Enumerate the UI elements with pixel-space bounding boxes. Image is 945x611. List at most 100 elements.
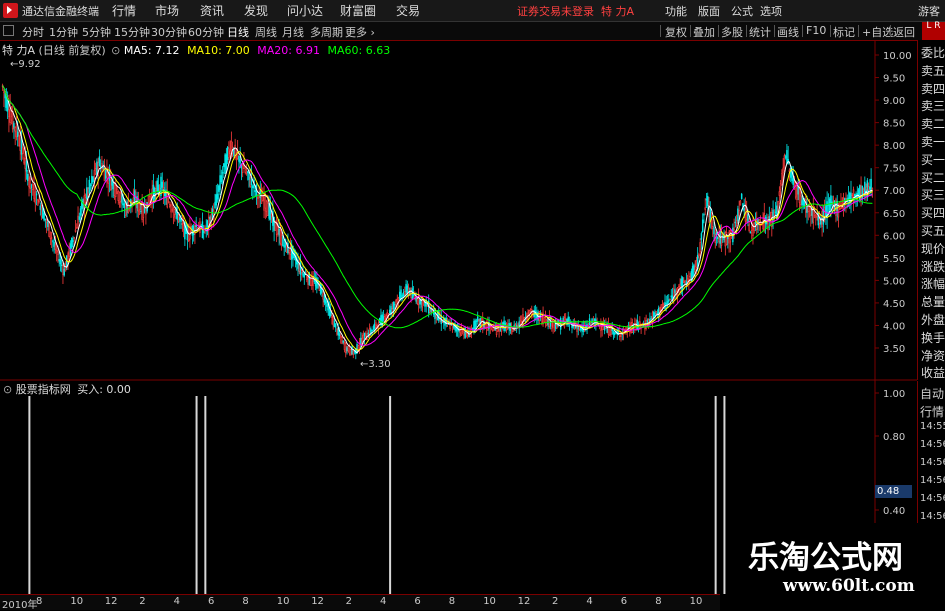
candle-body	[155, 188, 157, 192]
sidebar-item: 买三	[921, 188, 945, 203]
kline-chart[interactable]: 10.00 9.50 9.00 8.50 8.00 7.50 7.00 6.50 6.00 5.5…	[0, 40, 917, 594]
menu-zixun[interactable]: 资讯	[200, 2, 224, 19]
draw-line-button[interactable]: 画线	[777, 24, 799, 40]
settings-circle-icon[interactable]: ⊙	[111, 44, 120, 57]
date-label: 4	[380, 596, 387, 607]
tab-5min[interactable]: 5分钟	[82, 24, 111, 40]
candle-body	[684, 280, 686, 285]
f10-button[interactable]: F10	[806, 24, 826, 37]
candle-body	[347, 346, 350, 352]
date-label: 10	[689, 596, 703, 607]
candle-body	[415, 297, 417, 302]
candle-body	[219, 175, 221, 190]
candle-body	[60, 264, 63, 266]
menu-wenxiaoda[interactable]: 问小达	[287, 2, 323, 19]
candle-body	[3, 89, 5, 93]
candle-body	[865, 186, 867, 190]
candle-body	[267, 202, 269, 217]
overlay-button[interactable]: 叠加	[693, 24, 715, 40]
tab-30min[interactable]: 30分钟	[151, 24, 187, 40]
guest-login[interactable]: 游客	[918, 3, 940, 19]
candle-body	[172, 207, 175, 218]
ma60-line	[2, 85, 873, 329]
candle-body	[701, 219, 704, 233]
tab-weekly[interactable]: 周线	[255, 24, 277, 40]
candle-body	[520, 321, 523, 323]
candle-body	[613, 332, 616, 336]
candle-body	[815, 216, 817, 218]
lr-badge[interactable]: L R	[922, 22, 945, 40]
legend-ma5: MA5: 7.12	[123, 44, 180, 57]
tab-15min[interactable]: 15分钟	[114, 24, 150, 40]
candle-body	[343, 342, 346, 350]
candle-body	[241, 164, 244, 173]
candle-body	[78, 216, 81, 220]
candle-body	[712, 226, 714, 229]
menu-hangqing[interactable]: 行情	[112, 2, 136, 19]
candle-body	[223, 163, 225, 168]
multi-stock-button[interactable]: 多股	[721, 24, 743, 40]
tab-daily[interactable]: 日线	[227, 24, 249, 40]
sub-axis-label: 1.00	[883, 389, 905, 400]
candle-body	[171, 209, 174, 211]
tab-more[interactable]: 更多 ›	[345, 24, 375, 40]
menu-gongneng[interactable]: 功能	[665, 3, 687, 19]
menu-xuanxiang[interactable]: 选项	[760, 3, 782, 19]
candle-body	[394, 304, 396, 306]
tab-1min[interactable]: 1分钟	[49, 24, 78, 40]
candle-body	[810, 208, 812, 216]
date-label: 6	[620, 596, 628, 607]
candle-body	[23, 157, 25, 164]
add-watchlist-button[interactable]: +自选	[862, 24, 893, 40]
candle-body	[375, 322, 377, 328]
candle-body	[226, 147, 229, 161]
candle-body	[341, 337, 343, 344]
settings-circle-icon[interactable]: ⊙	[3, 383, 12, 396]
date-axis: 2010年 8 10 12 2 4 6 8 10 12 2 4 6 8 10 12 2 4 6 8 10	[0, 594, 720, 611]
candle-body	[13, 123, 15, 128]
fuquan-button[interactable]: 复权	[665, 24, 687, 40]
menu-shichang[interactable]: 市场	[155, 2, 179, 19]
menu-faxian[interactable]: 发现	[244, 2, 268, 19]
tab-monthly[interactable]: 月线	[282, 24, 304, 40]
tab-60min[interactable]: 60分钟	[188, 24, 224, 40]
statistics-button[interactable]: 统计	[749, 24, 771, 40]
candle-body	[784, 156, 787, 158]
candle-body	[720, 231, 723, 246]
candle-body	[11, 110, 14, 130]
candle-body	[342, 340, 344, 343]
candle-body	[519, 320, 522, 325]
sub-indicator-name: 股票指标网	[15, 383, 71, 396]
back-button[interactable]: 返回	[893, 24, 915, 40]
candle-body	[86, 187, 88, 200]
candle-body	[400, 289, 402, 299]
candle-body	[239, 159, 241, 164]
candle-body	[209, 217, 211, 219]
candle-body	[62, 264, 64, 275]
candle-body	[332, 315, 334, 326]
candle-body	[115, 185, 117, 198]
candle-body	[781, 173, 783, 186]
menu-jiaoyi[interactable]: 交易	[396, 2, 420, 19]
candle-body	[5, 95, 8, 108]
sidebar-item: 买二	[921, 170, 945, 185]
tab-fenshi[interactable]: 分时	[22, 24, 44, 40]
mark-button[interactable]: 标记	[833, 24, 855, 40]
candle-body	[601, 326, 603, 331]
candle-body	[89, 184, 92, 187]
menu-caifuquan[interactable]: 财富圈	[340, 2, 376, 19]
candle-body	[102, 166, 104, 169]
candle-body	[275, 223, 278, 235]
watermark-url: www.60lt.com	[783, 576, 915, 596]
candle-body	[401, 295, 404, 297]
toggle-panel-icon[interactable]	[3, 25, 14, 36]
candle-body	[21, 147, 24, 154]
candle-body	[435, 314, 437, 318]
candle-body	[693, 264, 695, 271]
candle-body	[699, 242, 701, 253]
candle-body	[651, 312, 654, 323]
menu-gongshi[interactable]: 公式	[731, 3, 753, 19]
tab-multi-period[interactable]: 多周期	[310, 24, 343, 40]
candle-body	[252, 185, 254, 189]
menu-banmian[interactable]: 版面	[698, 3, 720, 19]
